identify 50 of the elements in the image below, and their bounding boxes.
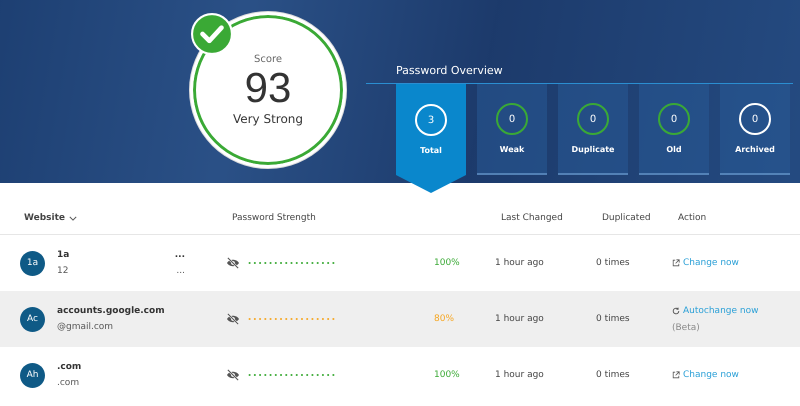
overview-tile[interactable]: 0 Archived (720, 84, 790, 175)
avatar: Ah (20, 362, 45, 388)
column-header: Last Changed (500, 213, 564, 223)
overview-tile[interactable]: 3 Total (396, 84, 466, 193)
strength-percent: 100% (434, 370, 461, 380)
table-row[interactable]: Ac accounts.google.com @gmail.com 80% 1 hour ago 0 times Autochange now (Beta) (0, 291, 800, 347)
score-value: 93 (244, 65, 292, 112)
overview-tile[interactable]: 0 Weak (477, 84, 547, 175)
refresh-icon (672, 306, 680, 314)
site-name: accounts.google.com (57, 306, 165, 316)
eye-slash-icon[interactable] (226, 257, 240, 269)
count-ring: 0 (577, 103, 609, 135)
site-name: .com (57, 362, 82, 372)
column-header: Action (677, 213, 708, 223)
avatar: Ac (20, 306, 45, 332)
score-label: Score (254, 54, 282, 66)
overview-tile[interactable]: 0 Duplicate (558, 84, 628, 175)
count-ring: 0 (496, 103, 528, 135)
count-ring: 3 (415, 104, 447, 136)
count-ring: 0 (658, 103, 690, 135)
chevron-down-icon (69, 216, 78, 220)
table-row[interactable]: Ah .com .com 100% 1 hour ago 0 times Change now (0, 347, 800, 403)
count-ring: 0 (739, 103, 771, 135)
table-row[interactable]: 1a 1a ... 12 ... 100% 1 hour ago 0 times Change now (0, 235, 800, 291)
external-link-icon (672, 259, 680, 267)
last-changed: 1 hour ago (495, 314, 545, 324)
account-name: @gmail.com (57, 322, 114, 332)
site-name: 1a (57, 250, 70, 260)
account-name: 12 (57, 266, 68, 276)
strength-percent: 100% (434, 258, 461, 268)
eye-slash-icon[interactable] (226, 369, 240, 381)
overview-tile[interactable]: 0 Old (639, 84, 709, 175)
strength-percent: 80% (434, 314, 456, 324)
account-name: ... (176, 266, 185, 276)
site-name: ... (174, 250, 185, 260)
overview-title: Password Overview (396, 64, 504, 77)
column-header: Password Strength (231, 213, 317, 223)
duplicate-count: 0 times (596, 314, 631, 324)
column-header: Duplicated (601, 213, 652, 223)
avatar: 1a (20, 250, 45, 276)
duplicate-count: 0 times (596, 370, 631, 380)
account-name: .com (57, 378, 80, 388)
last-changed: 1 hour ago (495, 258, 545, 268)
column-header[interactable]: Website (24, 213, 78, 223)
beta-note: (Beta) (672, 322, 701, 332)
duplicate-count: 0 times (596, 258, 631, 268)
score-rating: Very Strong (232, 112, 304, 126)
external-link-icon (672, 371, 680, 379)
eye-slash-icon[interactable] (226, 313, 240, 325)
last-changed: 1 hour ago (495, 370, 545, 380)
